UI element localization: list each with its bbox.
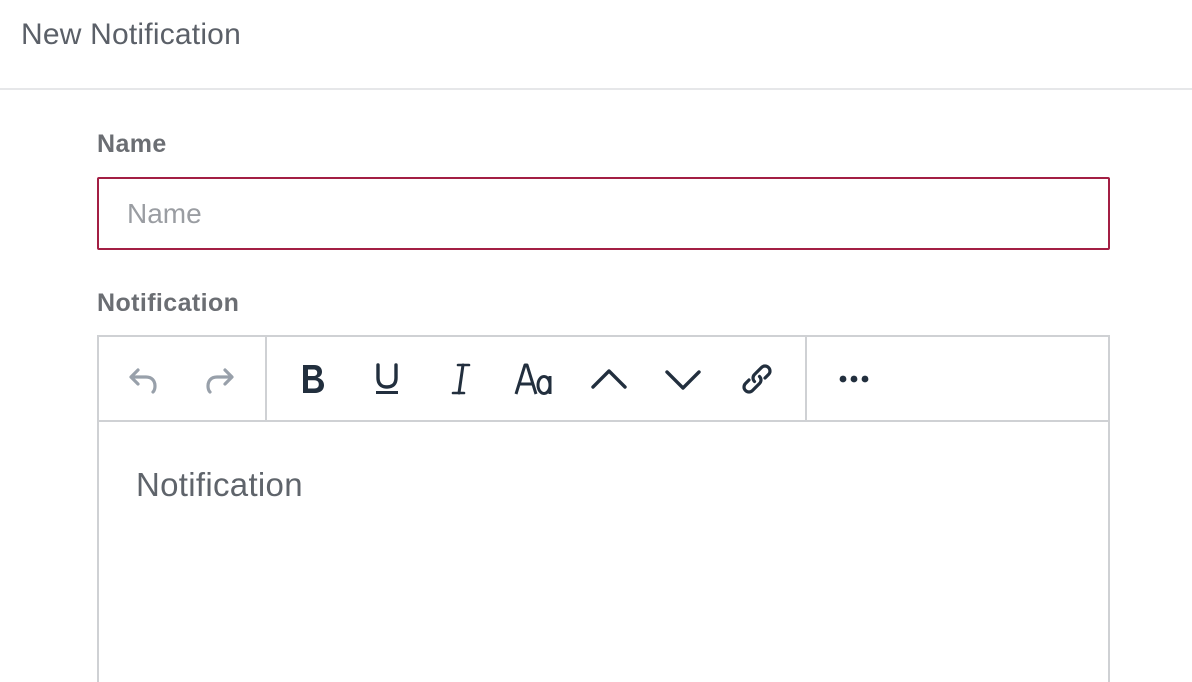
underline-button[interactable] xyxy=(359,351,415,407)
editor-toolbar xyxy=(99,337,1108,422)
redo-button[interactable] xyxy=(192,351,248,407)
chevron-down-icon xyxy=(665,370,701,390)
new-notification-page: New Notification Name Notification xyxy=(0,0,1192,682)
more-button[interactable] xyxy=(826,351,882,407)
name-label: Name xyxy=(97,130,167,158)
italic-icon xyxy=(451,363,471,395)
subscript-button[interactable] xyxy=(655,351,711,407)
chevron-up-icon xyxy=(591,369,627,389)
page-title: New Notification xyxy=(21,18,241,51)
page-header: New Notification xyxy=(0,0,1192,90)
undo-button[interactable] xyxy=(115,351,171,407)
notification-editor-body[interactable]: Notification xyxy=(99,422,1108,682)
font-size-button[interactable] xyxy=(507,351,563,407)
redo-icon xyxy=(206,368,234,394)
format-group xyxy=(267,337,807,422)
font-size-icon xyxy=(514,363,552,395)
superscript-button[interactable] xyxy=(581,351,637,407)
link-icon xyxy=(742,364,772,394)
rich-text-editor: Notification xyxy=(97,335,1110,682)
underline-icon xyxy=(376,363,398,394)
bold-icon xyxy=(303,365,324,393)
name-input[interactable] xyxy=(97,177,1110,250)
history-group xyxy=(99,337,267,422)
more-group xyxy=(807,337,897,422)
notification-label: Notification xyxy=(97,289,240,317)
link-button[interactable] xyxy=(729,351,785,407)
bold-button[interactable] xyxy=(285,351,341,407)
italic-button[interactable] xyxy=(433,351,489,407)
undo-icon xyxy=(129,368,157,394)
more-icon xyxy=(839,375,869,383)
